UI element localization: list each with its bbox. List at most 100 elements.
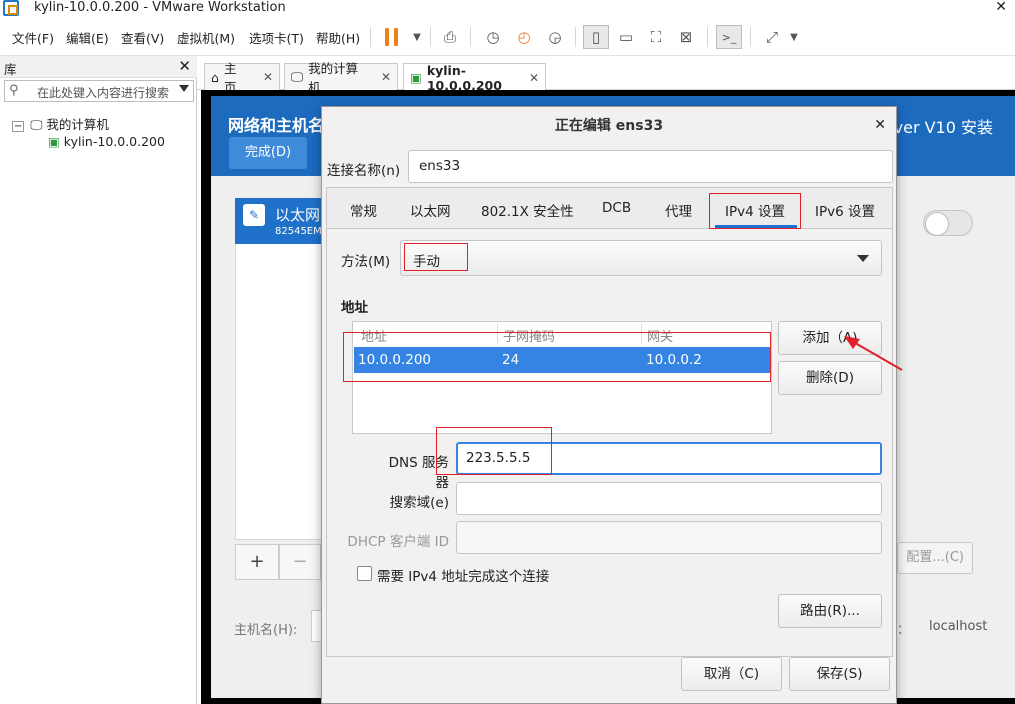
search-domain-label: 搜索域(e) bbox=[389, 495, 449, 511]
stretch-dropdown-icon[interactable]: ▼ bbox=[781, 25, 807, 49]
tab-bar: ⌂ 主页 ✕ 🖵 我的计算机 ✕ ▣ kylin-10.0.0.200 ✕ bbox=[197, 56, 1015, 95]
method-label: 方法(M) bbox=[341, 254, 391, 270]
pause-dropdown-icon[interactable]: ▼ bbox=[404, 25, 430, 49]
library-title: 库 bbox=[4, 62, 17, 77]
snapshot-icon[interactable]: ◷ bbox=[480, 25, 506, 49]
method-select[interactable]: 手动 bbox=[400, 240, 882, 276]
address-cell[interactable]: 10.0.0.200 bbox=[358, 352, 431, 368]
thumbnail-icon[interactable]: ▭ bbox=[613, 25, 639, 49]
menu-file[interactable]: 文件(F) bbox=[12, 28, 54, 47]
column-header-gateway: 网关 bbox=[647, 330, 674, 345]
tree-item-my-computer[interactable]: − 🖵 我的计算机 bbox=[12, 114, 109, 133]
library-close-button[interactable]: ✕ bbox=[178, 57, 191, 75]
ethernet-device-item[interactable]: ✎ 以太网 82545EM bbox=[235, 198, 331, 244]
tree-label: 我的计算机 bbox=[46, 117, 109, 132]
connection-name-label: 连接名称(n) bbox=[327, 163, 401, 179]
fullscreen-icon[interactable]: ⛶ bbox=[643, 25, 669, 49]
device-list bbox=[235, 244, 331, 540]
home-icon: ⌂ bbox=[211, 69, 219, 85]
tab-ethernet[interactable]: 以太网 bbox=[410, 200, 451, 220]
ethernet-name: 以太网 bbox=[275, 206, 321, 224]
close-icon[interactable]: ✕ bbox=[529, 71, 539, 85]
show-library-icon[interactable]: ▯ bbox=[583, 25, 609, 49]
product-title: rver V10 安装 bbox=[887, 118, 993, 137]
search-icon: ⚲ bbox=[9, 83, 19, 98]
library-panel: 库 ✕ ⚲ 在此处键入内容进行搜索 − 🖵 我的计算机 ▣ kylin-10.0… bbox=[0, 56, 197, 704]
console-view-icon[interactable]: >_ bbox=[716, 25, 742, 49]
edit-connection-dialog: 正在编辑 ens33 ✕ 连接名称(n) ens33 常规 以太网 802.1X… bbox=[321, 106, 897, 704]
tab-home[interactable]: ⌂ 主页 ✕ bbox=[204, 61, 280, 95]
search-dropdown-icon[interactable] bbox=[179, 85, 189, 92]
dhcp-client-id-input[interactable] bbox=[456, 521, 882, 554]
pause-icon[interactable] bbox=[385, 28, 403, 46]
current-hostname: localhost bbox=[929, 619, 988, 634]
dialog-title: 正在编辑 ens33 bbox=[554, 118, 664, 134]
annotation-arrow-icon bbox=[844, 336, 903, 371]
tab-dcb[interactable]: DCB bbox=[602, 200, 631, 216]
tab-proxy[interactable]: 代理 bbox=[665, 200, 692, 220]
done-button[interactable]: 完成(D) bbox=[229, 137, 307, 169]
vmware-logo-icon bbox=[3, 0, 19, 16]
tab-general[interactable]: 常规 bbox=[350, 200, 377, 220]
require-ipv4-label[interactable]: 需要 IPv4 地址完成这个连接 bbox=[377, 565, 549, 585]
current-hostname-colon: ： bbox=[897, 623, 911, 638]
close-window-button[interactable]: ✕ bbox=[995, 0, 1007, 15]
tab-label: kylin-10.0.0.200 bbox=[426, 62, 502, 93]
settings-notebook: 常规 以太网 802.1X 安全性 DCB 代理 IPv4 设置 IPv6 设置… bbox=[326, 187, 893, 657]
menu-edit[interactable]: 编辑(E) bbox=[66, 28, 109, 47]
require-ipv4-checkbox[interactable] bbox=[357, 566, 372, 581]
save-button[interactable]: 保存(S) bbox=[789, 657, 890, 691]
menu-tabs[interactable]: 选项卡(T) bbox=[249, 28, 304, 47]
tab-my-computer[interactable]: 🖵 我的计算机 ✕ bbox=[284, 61, 398, 95]
dns-servers-label: DNS 服务器 bbox=[388, 455, 449, 491]
network-toggle[interactable] bbox=[923, 210, 973, 236]
netmask-cell[interactable]: 24 bbox=[502, 352, 519, 368]
tab-ipv4-settings[interactable]: IPv4 设置 bbox=[725, 200, 785, 220]
library-search-input[interactable]: ⚲ 在此处键入内容进行搜索 bbox=[4, 80, 194, 102]
settings-tabs: 常规 以太网 802.1X 安全性 DCB 代理 IPv4 设置 IPv6 设置 bbox=[327, 188, 892, 229]
dns-servers-input[interactable]: 223.5.5.5 bbox=[456, 442, 882, 475]
dhcp-client-id-label: DHCP 客户端 ID bbox=[347, 534, 449, 550]
vm-running-icon: ▣ bbox=[48, 134, 60, 149]
tab-8021x-security[interactable]: 802.1X 安全性 bbox=[481, 200, 574, 220]
close-icon[interactable]: ✕ bbox=[381, 70, 391, 84]
table-row[interactable]: 10.0.0.200 24 10.0.0.2 bbox=[354, 347, 771, 373]
collapse-icon[interactable]: − bbox=[12, 121, 25, 132]
network-icon: ✎ bbox=[243, 204, 265, 226]
tree-item-kylin[interactable]: ▣ kylin-10.0.0.200 bbox=[48, 134, 165, 149]
method-value: 手动 bbox=[413, 254, 440, 270]
window-title: kylin-10.0.0.200 - VMware Workstation bbox=[34, 0, 286, 15]
active-tab-indicator bbox=[715, 225, 797, 228]
vm-running-icon: ▣ bbox=[410, 70, 422, 85]
add-device-button[interactable]: + bbox=[235, 544, 279, 580]
library-search-placeholder: 在此处键入内容进行搜索 bbox=[37, 86, 170, 100]
remove-device-button[interactable]: − bbox=[279, 544, 321, 580]
window-titlebar: kylin-10.0.0.200 - VMware Workstation ✕ bbox=[0, 0, 1015, 18]
routes-button[interactable]: 路由(R)... bbox=[778, 594, 882, 628]
computer-icon: 🖵 bbox=[291, 69, 304, 84]
search-domain-input[interactable] bbox=[456, 482, 882, 515]
ethernet-model: 82545EM bbox=[275, 226, 322, 237]
revert-snapshot-icon[interactable]: ◴ bbox=[511, 25, 537, 49]
menu-help[interactable]: 帮助(H) bbox=[316, 28, 360, 47]
configure-button[interactable]: 配置...(C) bbox=[897, 542, 973, 574]
connection-name-input[interactable]: ens33 bbox=[408, 150, 893, 183]
gateway-cell[interactable]: 10.0.0.2 bbox=[646, 352, 702, 368]
close-icon[interactable]: ✕ bbox=[263, 70, 273, 84]
address-heading: 地址 bbox=[341, 300, 368, 316]
tab-ipv6-settings[interactable]: IPv6 设置 bbox=[815, 200, 875, 220]
send-ctrl-alt-del-icon[interactable]: ⎙ bbox=[437, 25, 463, 49]
tree-label: kylin-10.0.0.200 bbox=[63, 134, 165, 149]
computer-icon: 🖵 bbox=[30, 117, 43, 132]
dialog-close-button[interactable]: ✕ bbox=[874, 117, 886, 133]
menu-vm[interactable]: 虚拟机(M) bbox=[177, 28, 235, 47]
menu-toolbar: 文件(F) 编辑(E) 查看(V) 虚拟机(M) 选项卡(T) 帮助(H) ▼ … bbox=[0, 18, 1015, 56]
address-table[interactable]: 地址 子网掩码 网关 10.0.0.200 24 10.0.0.2 bbox=[352, 321, 772, 434]
menu-view[interactable]: 查看(V) bbox=[121, 28, 164, 47]
chevron-down-icon bbox=[857, 255, 869, 262]
tab-kylin[interactable]: ▣ kylin-10.0.0.200 ✕ bbox=[403, 62, 546, 93]
column-header-netmask: 子网掩码 bbox=[503, 330, 556, 345]
unity-icon[interactable]: ⊠ bbox=[673, 25, 699, 49]
snapshot-manager-icon[interactable]: ◶ bbox=[542, 25, 568, 49]
cancel-button[interactable]: 取消（C) bbox=[681, 657, 782, 691]
